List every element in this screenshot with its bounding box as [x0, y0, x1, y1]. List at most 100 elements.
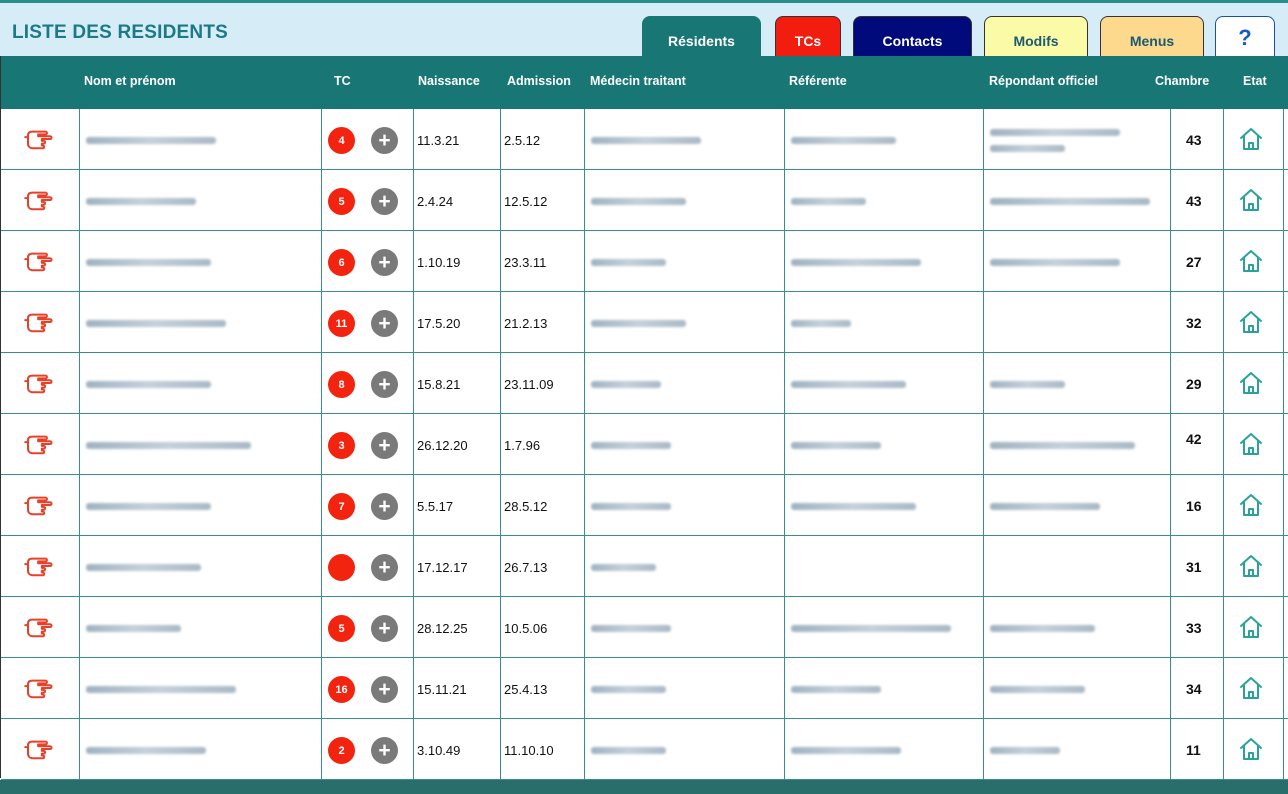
column-header-nom[interactable]: Nom et prénom	[84, 74, 176, 88]
admission-cell: 12.5.12	[504, 194, 548, 209]
column-divider	[1283, 597, 1284, 657]
table-row[interactable]: 5 +28.12.25 10.5.06 33	[1, 597, 1288, 658]
tab-modifs[interactable]: Modifs	[984, 16, 1088, 59]
home-icon[interactable]	[1238, 370, 1264, 396]
pointing-hand-icon[interactable]	[24, 554, 56, 578]
column-divider	[413, 719, 414, 779]
home-icon[interactable]	[1238, 614, 1264, 640]
home-icon[interactable]	[1238, 248, 1264, 274]
repondant-redacted	[990, 686, 1085, 693]
medecin-redacted	[591, 320, 686, 327]
table-row[interactable]: 8 +15.8.21 23.11.09 29	[1, 353, 1288, 414]
column-divider	[584, 414, 585, 474]
column-divider	[1283, 170, 1284, 230]
column-header-admission[interactable]: Admission	[507, 74, 571, 88]
tc-count-badge[interactable]: 6	[328, 249, 355, 276]
tc-count-badge[interactable]: 16	[328, 676, 355, 703]
table-row[interactable]: +17.12.17 26.7.13 31	[1, 536, 1288, 597]
add-tc-button[interactable]: +	[371, 737, 398, 764]
pointing-hand-icon[interactable]	[24, 127, 56, 151]
home-icon[interactable]	[1238, 431, 1264, 457]
naissance-cell: 5.5.17	[417, 499, 454, 514]
tc-count-badge[interactable]: 7	[328, 493, 355, 520]
column-header-medecin[interactable]: Médecin traitant	[590, 74, 686, 88]
column-divider	[784, 109, 785, 169]
home-icon[interactable]	[1238, 675, 1264, 701]
home-icon[interactable]	[1238, 309, 1264, 335]
pointing-hand-icon[interactable]	[24, 676, 56, 700]
pointing-hand-icon[interactable]	[24, 432, 56, 456]
column-divider	[1170, 597, 1171, 657]
tc-count-badge[interactable]: 5	[328, 188, 355, 215]
table-row[interactable]: 11 +17.5.20 21.2.13 32	[1, 292, 1288, 353]
column-divider	[584, 109, 585, 169]
column-divider	[500, 170, 501, 230]
resident-name-redacted	[86, 625, 181, 632]
add-tc-button[interactable]: +	[371, 188, 398, 215]
column-divider	[983, 170, 984, 230]
tab-residents[interactable]: Résidents	[642, 16, 761, 59]
pointing-hand-icon[interactable]	[24, 493, 56, 517]
table-row[interactable]: 6 +1.10.19 23.3.11 27	[1, 231, 1288, 292]
column-header-chambre[interactable]: Chambre	[1155, 74, 1209, 88]
pointing-hand-icon[interactable]	[24, 737, 56, 761]
pointing-hand-icon[interactable]	[24, 615, 56, 639]
pointing-hand-icon[interactable]	[24, 371, 56, 395]
add-tc-button[interactable]: +	[371, 249, 398, 276]
tab-menus[interactable]: Menus	[1100, 16, 1204, 59]
add-tc-button[interactable]: +	[371, 615, 398, 642]
medecin-redacted	[591, 381, 661, 388]
column-header-tc[interactable]: TC	[334, 74, 351, 88]
table-row[interactable]: 5 +2.4.24 12.5.12 43	[1, 170, 1288, 231]
column-header-repondant[interactable]: Répondant officiel	[989, 74, 1098, 88]
tc-count-badge[interactable]: 8	[328, 371, 355, 398]
repondant-redacted	[990, 503, 1100, 510]
add-tc-button[interactable]: +	[371, 310, 398, 337]
table-row[interactable]: 2 +3.10.49 11.10.10 11	[1, 719, 1288, 780]
tc-count-badge[interactable]: 2	[328, 737, 355, 764]
column-divider	[321, 414, 322, 474]
home-icon[interactable]	[1238, 553, 1264, 579]
pointing-hand-icon[interactable]	[24, 188, 56, 212]
home-icon[interactable]	[1238, 126, 1264, 152]
tab-tcs[interactable]: TCs	[775, 16, 841, 59]
add-tc-button[interactable]: +	[371, 676, 398, 703]
home-icon[interactable]	[1238, 187, 1264, 213]
column-header-etat[interactable]: Etat	[1243, 74, 1267, 88]
naissance-cell: 1.10.19	[417, 255, 461, 270]
add-tc-button[interactable]: +	[371, 127, 398, 154]
column-header-referente[interactable]: Référente	[789, 74, 847, 88]
pointing-hand-icon[interactable]	[24, 249, 56, 273]
resident-name-redacted	[86, 747, 206, 754]
column-header-naissance[interactable]: Naissance	[418, 74, 480, 88]
column-divider	[983, 536, 984, 596]
tab-contacts[interactable]: Contacts	[853, 16, 972, 59]
table-row[interactable]: 16 +15.11.21 25.4.13 34	[1, 658, 1288, 719]
home-icon[interactable]	[1238, 492, 1264, 518]
add-tc-button[interactable]: +	[371, 493, 398, 520]
add-tc-button[interactable]: +	[371, 432, 398, 459]
repondant-redacted	[990, 625, 1095, 632]
tc-count-badge[interactable]	[328, 554, 355, 581]
column-divider	[321, 292, 322, 352]
table-row[interactable]: 7 +5.5.17 28.5.12 16	[1, 475, 1288, 536]
add-tc-button[interactable]: +	[371, 371, 398, 398]
naissance-cell: 11.3.21	[417, 133, 460, 148]
column-divider	[784, 231, 785, 291]
table-row[interactable]: 3 +26.12.20 1.7.96 42	[1, 414, 1288, 475]
table-row[interactable]: 4 +11.3.21 2.5.12 43	[1, 109, 1288, 170]
tc-count-badge[interactable]: 3	[328, 432, 355, 459]
column-divider	[1223, 536, 1224, 596]
pointing-hand-icon[interactable]	[24, 310, 56, 334]
resident-name-redacted	[86, 320, 226, 327]
tc-count-badge[interactable]: 5	[328, 615, 355, 642]
page-title: LISTE DES RESIDENTS	[12, 22, 229, 43]
add-tc-button[interactable]: +	[371, 554, 398, 581]
tc-count-badge[interactable]: 4	[328, 127, 355, 154]
help-button[interactable]: ?	[1215, 16, 1275, 59]
column-divider	[321, 353, 322, 413]
home-icon[interactable]	[1238, 736, 1264, 762]
chambre-cell: 31	[1186, 559, 1202, 575]
column-divider	[1283, 536, 1284, 596]
tc-count-badge[interactable]: 11	[328, 310, 355, 337]
